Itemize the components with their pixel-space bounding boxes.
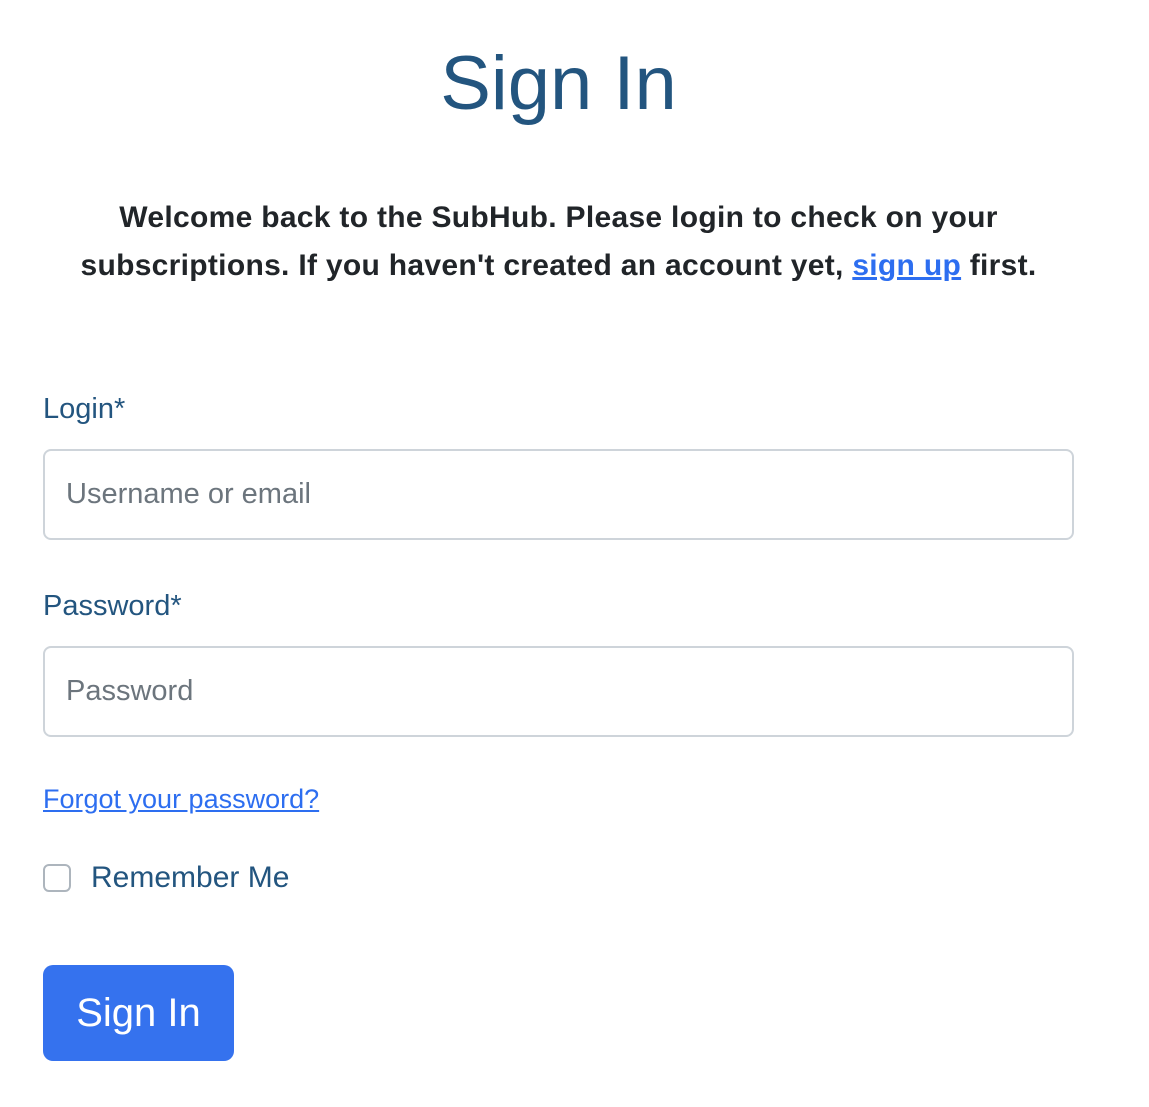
sign-in-page: Sign In Welcome back to the SubHub. Plea… xyxy=(0,0,1149,1107)
remember-me-label[interactable]: Remember Me xyxy=(91,858,289,898)
intro-text-after: first. xyxy=(961,249,1037,282)
forgot-password-link[interactable]: Forgot your password? xyxy=(43,780,319,818)
sign-in-button[interactable]: Sign In xyxy=(43,965,234,1061)
login-label: Login* xyxy=(43,393,126,425)
login-input[interactable] xyxy=(43,449,1074,540)
password-label: Password* xyxy=(43,590,182,622)
remember-me-row: Remember Me xyxy=(43,858,289,898)
sign-up-link[interactable]: sign up xyxy=(852,249,961,282)
intro-text: Welcome back to the SubHub. Please login… xyxy=(40,194,1077,290)
page-title: Sign In xyxy=(440,41,677,126)
remember-me-checkbox[interactable] xyxy=(43,864,71,892)
password-input[interactable] xyxy=(43,646,1074,737)
